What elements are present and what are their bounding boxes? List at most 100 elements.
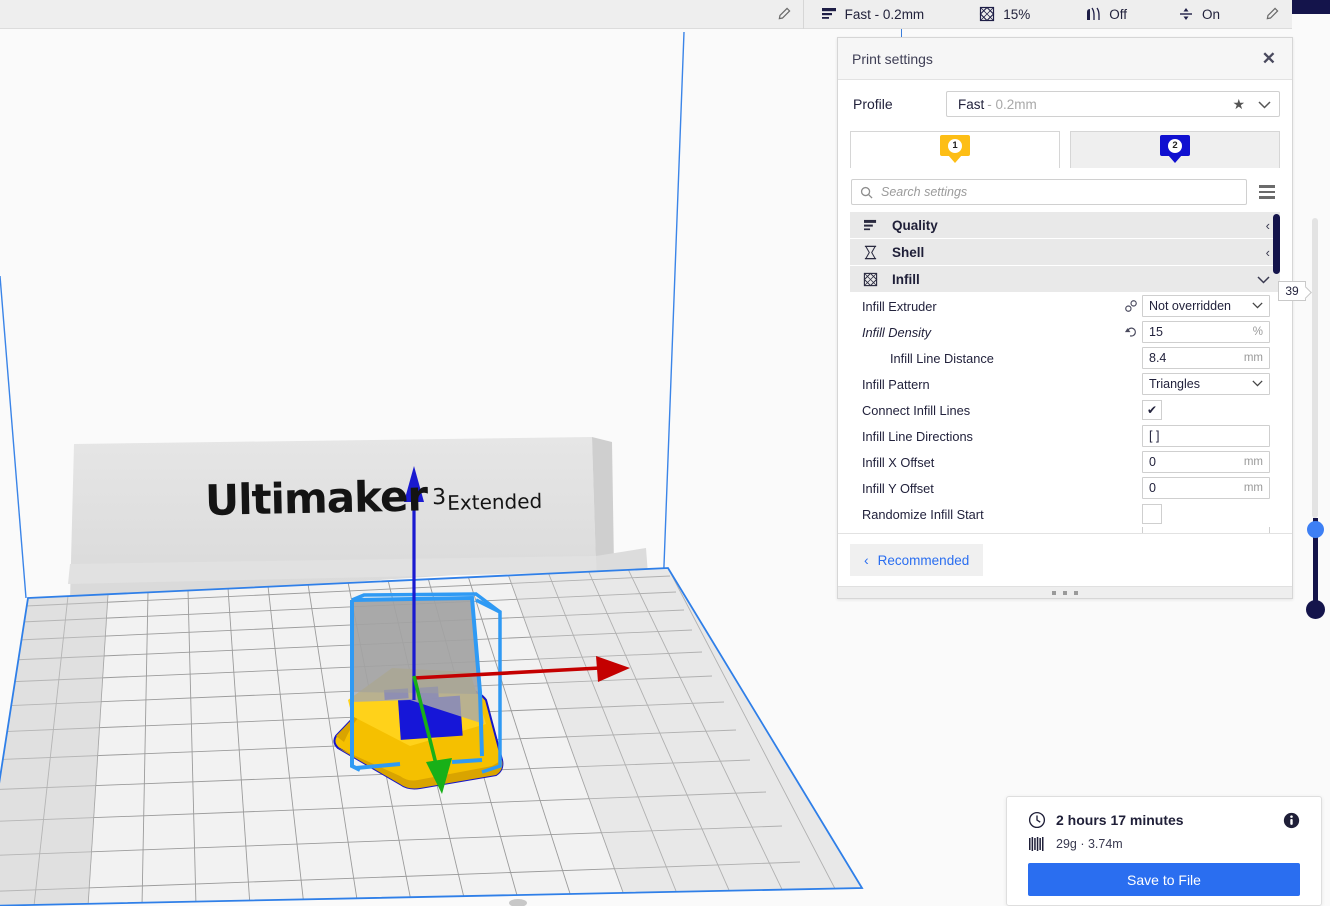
settings-scrollbar[interactable]	[1273, 214, 1280, 540]
extruder-2-number: 2	[1168, 138, 1182, 153]
setting-select[interactable]: Triangles	[1142, 373, 1270, 395]
toolbar-profile-label: Fast - 0.2mm	[844, 6, 925, 22]
chevron-down-icon[interactable]	[1258, 97, 1271, 112]
toolbar-item-profile[interactable]: Fast - 0.2mm	[804, 0, 937, 29]
slider-track[interactable]	[1312, 218, 1318, 518]
setting-checkbox[interactable]	[1142, 504, 1162, 524]
setting-label: Connect Infill Lines	[862, 402, 971, 418]
revert-icon[interactable]	[1120, 325, 1142, 339]
clock-icon	[1028, 811, 1046, 829]
extruder-tab-1[interactable]: 1	[850, 131, 1060, 168]
chevron-down-icon[interactable]	[1257, 272, 1270, 287]
profile-row: Profile Fast - 0.2mm ★	[850, 80, 1280, 128]
panel-title: Print settings	[852, 50, 933, 67]
layer-view-slider[interactable]	[1303, 218, 1325, 619]
print-job-card: 2 hours 17 minutes 29g · 3.74m Save to F…	[1006, 796, 1322, 906]
profile-value-main: Fast	[958, 96, 985, 112]
chevron-left-icon[interactable]: ‹	[1266, 245, 1270, 260]
job-time-value: 2 hours 17 minutes	[1056, 812, 1184, 828]
infill-icon	[978, 5, 996, 23]
panel-header: Print settings ✕	[838, 38, 1292, 80]
slider-handle-upper[interactable]	[1307, 521, 1324, 538]
setting-input[interactable]: 0 mm	[1142, 451, 1270, 473]
shell-icon	[859, 245, 881, 260]
setting-value: Not overridden	[1149, 299, 1231, 313]
search-icon	[860, 186, 873, 199]
job-time-row: 2 hours 17 minutes	[1028, 811, 1300, 829]
scrollbar-thumb[interactable]	[1273, 214, 1280, 274]
setting-value: 15	[1149, 325, 1163, 339]
setting-row-infill-x-offset: Infill X Offset 0 mm	[850, 449, 1280, 475]
toolbar-item-adhesion[interactable]: On	[1165, 0, 1232, 29]
link-icon[interactable]	[1120, 299, 1142, 313]
setting-checkbox-wrap	[1142, 503, 1270, 525]
setting-row-infill-pattern: Infill Pattern Triangles	[850, 371, 1280, 397]
save-to-file-button[interactable]: Save to File	[1028, 863, 1300, 896]
setting-label: Infill Pattern	[862, 376, 930, 392]
setting-unit: %	[1252, 326, 1263, 338]
infill-icon	[859, 272, 881, 287]
search-settings-box[interactable]	[851, 179, 1247, 205]
slider-handle-lower[interactable]	[1306, 600, 1325, 619]
panel-footer: ‹ Recommended	[838, 533, 1292, 586]
close-icon[interactable]: ✕	[1262, 50, 1276, 67]
recommended-button[interactable]: ‹ Recommended	[850, 544, 984, 576]
setting-row-infill-line-directions: Infill Line Directions [ ]	[850, 423, 1280, 449]
setting-checkbox[interactable]: ✔	[1142, 400, 1162, 420]
settings-category-infill[interactable]: Infill	[850, 266, 1280, 293]
settings-list[interactable]: Quality ‹ Shell ‹ Infill Infill Extruder…	[850, 212, 1280, 542]
setting-label: Infill Line Directions	[862, 428, 973, 444]
toolbar-item-support[interactable]: Off	[1072, 0, 1139, 29]
layer-height-icon	[820, 5, 838, 23]
setting-label: Infill Density	[862, 324, 931, 340]
settings-category-quality[interactable]: Quality ‹	[850, 212, 1280, 239]
filament-icon	[1028, 836, 1046, 852]
category-label: Shell	[892, 244, 925, 260]
setting-row-infill-extruder: Infill Extruder Not overridden	[850, 293, 1280, 319]
setting-value: 8.4	[1149, 351, 1167, 365]
support-icon	[1084, 5, 1102, 23]
setting-row-infill-line-distance: Infill Line Distance 8.4 mm	[850, 345, 1280, 371]
setting-label: Infill Y Offset	[862, 480, 934, 496]
setting-input[interactable]: 8.4 mm	[1142, 347, 1270, 369]
star-icon[interactable]: ★	[1232, 96, 1245, 113]
recommended-label: Recommended	[877, 552, 970, 568]
panel-resize-grip[interactable]	[838, 586, 1292, 598]
settings-category-shell[interactable]: Shell ‹	[850, 239, 1280, 266]
info-icon[interactable]	[1283, 812, 1300, 829]
chevron-left-icon[interactable]: ‹	[1266, 218, 1270, 233]
setting-label: Infill Extruder	[862, 298, 937, 314]
setting-row-connect-infill-lines: Connect Infill Lines ✔	[850, 397, 1280, 423]
search-row	[850, 179, 1280, 205]
setting-label: Infill X Offset	[862, 454, 935, 470]
setting-input[interactable]: [ ]	[1142, 425, 1270, 447]
chevron-down-icon	[1252, 300, 1263, 312]
slider-value-label[interactable]: 39	[1278, 281, 1306, 301]
setting-select[interactable]: Not overridden	[1142, 295, 1270, 317]
edit-pencil-icon-right[interactable]	[1252, 0, 1292, 29]
toolbar-item-infill[interactable]: 15%	[966, 0, 1042, 29]
window-corner-accent	[1292, 0, 1330, 14]
profile-value-sub: - 0.2mm	[987, 96, 1037, 112]
setting-unit: mm	[1243, 482, 1263, 494]
setting-unit: mm	[1243, 352, 1263, 364]
job-material-value: 29g · 3.74m	[1056, 837, 1123, 851]
print-settings-panel: Print settings ✕ Profile Fast - 0.2mm ★ …	[837, 37, 1293, 599]
extruder-tab-2[interactable]: 2	[1070, 131, 1280, 168]
search-input[interactable]	[879, 184, 1238, 200]
chevron-down-icon	[1252, 378, 1263, 390]
setting-value: 0	[1149, 455, 1156, 469]
extruder-1-number: 1	[948, 138, 962, 153]
settings-menu-icon[interactable]	[1255, 182, 1279, 202]
setting-value: Triangles	[1149, 377, 1200, 391]
setting-input[interactable]: 15 %	[1142, 321, 1270, 343]
extruder-1-badge: 1	[940, 135, 970, 159]
setting-input[interactable]: 0 mm	[1142, 477, 1270, 499]
toolbar-adhesion-label: On	[1201, 6, 1220, 22]
category-label: Quality	[892, 217, 938, 233]
chevron-left-icon: ‹	[864, 552, 869, 568]
profile-dropdown[interactable]: Fast - 0.2mm ★	[946, 91, 1280, 117]
category-label: Infill	[892, 271, 920, 287]
edit-pencil-icon-left[interactable]	[765, 0, 803, 29]
extruder-tabs: 1 2	[850, 130, 1280, 168]
